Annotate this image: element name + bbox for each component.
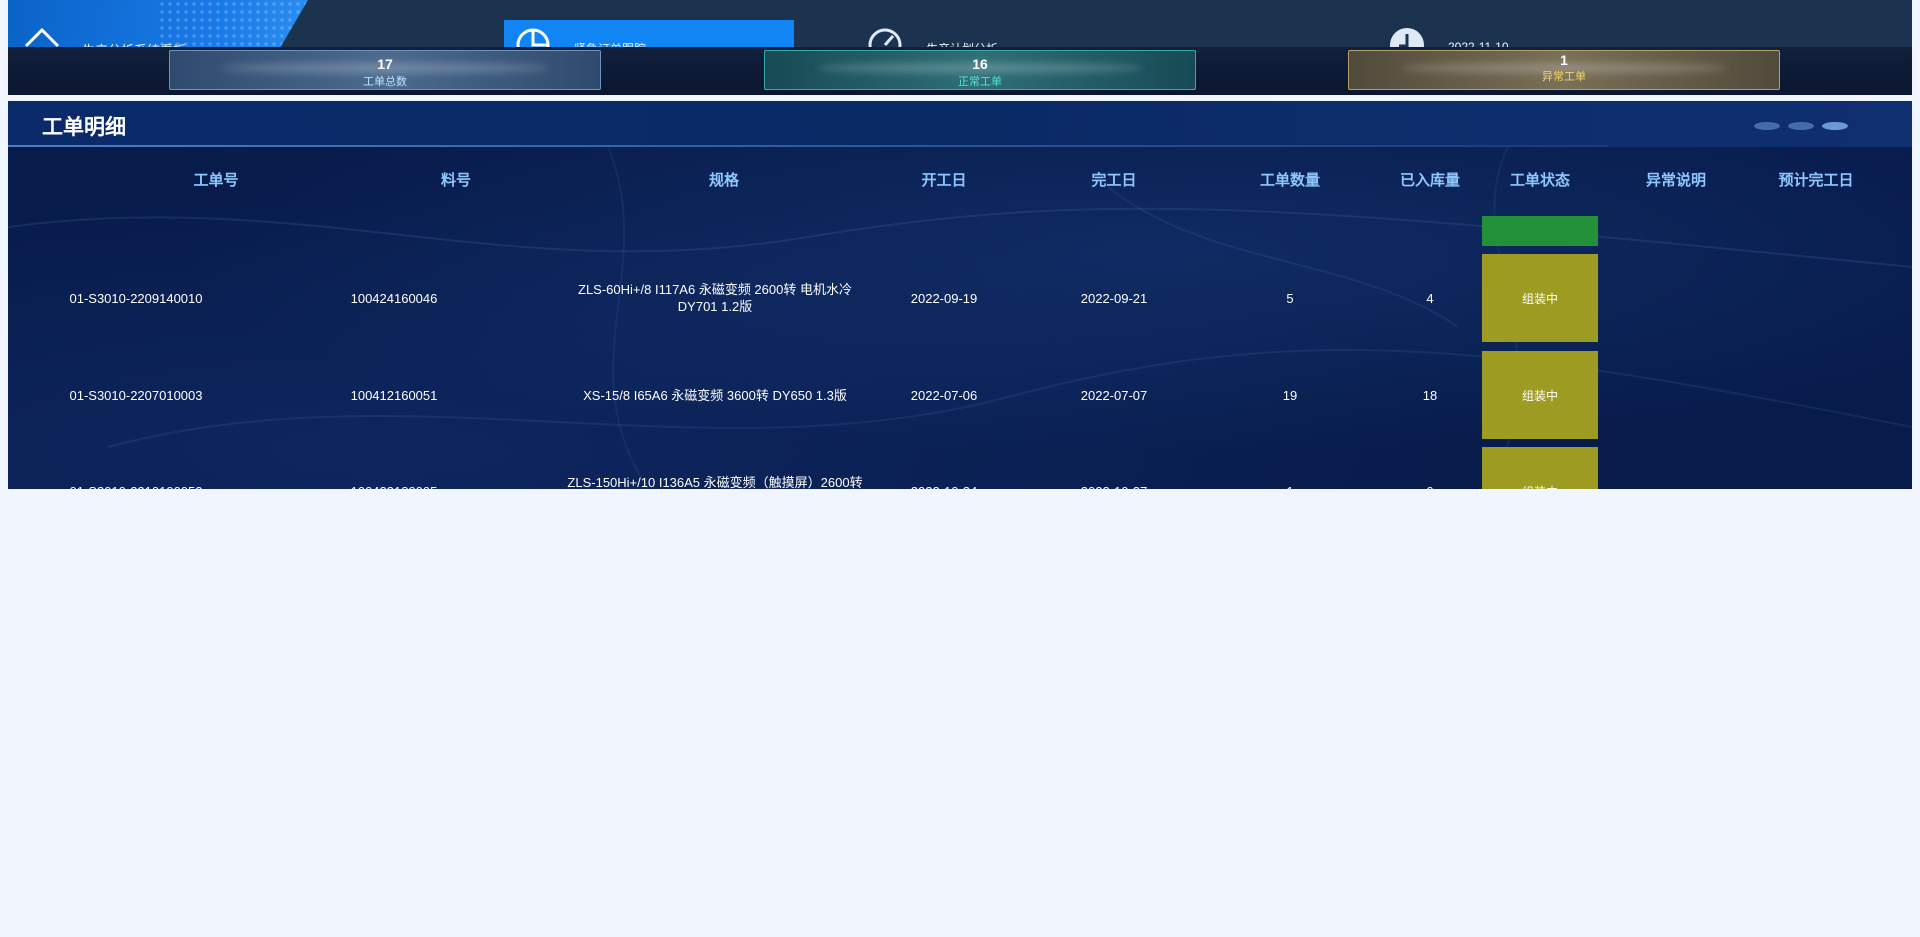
cell-quantity: 19: [1282, 387, 1298, 403]
cell-stocked: 18: [1422, 387, 1438, 403]
kpi-label-abnormal: 异常工单: [1542, 71, 1586, 83]
column-header-quantity: 工单数量: [1259, 172, 1320, 189]
header-decoration: [1754, 122, 1874, 130]
column-header-stocked: 已入库量: [1399, 172, 1460, 189]
status-badge-completed: [1482, 216, 1598, 246]
table-row[interactable]: 01-S3010-2209140010 100424160046 ZLS-60H…: [8, 254, 1912, 342]
top-header: 生产分析系统看板 紧急订单跟踪 生产计划分析 2022-11-10: [8, 0, 1912, 48]
header-underline: [8, 145, 1608, 147]
kpi-value-abnormal: 1: [1560, 52, 1568, 68]
panel-header: 工单明细: [8, 101, 1912, 147]
cell-finish-date: 2022-10-27: [1044, 447, 1184, 490]
cell-stocked: 0: [1360, 447, 1500, 490]
column-header-status: 工单状态: [1509, 172, 1570, 189]
cell-eta: [1746, 254, 1886, 342]
column-header-finish-date: 完工日: [1091, 172, 1137, 189]
cell-finish-date: 2022-09-21: [1080, 290, 1148, 306]
panel-title: 工单明细: [42, 116, 126, 139]
cell-part-no: 100424160046: [350, 290, 438, 306]
status-badge: 组装中: [1482, 351, 1598, 439]
table-row[interactable]: 01-S3010-2207010003 100412160051 XS-15/8…: [8, 351, 1912, 439]
cell-exception: [1606, 447, 1746, 489]
nav-item-production-plan[interactable]: 生产计划分析: [856, 20, 1056, 48]
cell-eta: [1746, 447, 1886, 489]
cell-exception: [1606, 254, 1746, 342]
order-details-panel: 工单明细 工单号 料号 规格 开工日 完工日 工单数量 已入库量 工单状态 异常…: [8, 101, 1912, 489]
cell-start-date: 2022-07-06: [910, 387, 978, 403]
cell-quantity: 5: [1286, 290, 1294, 306]
status-badge: 组装中: [1482, 447, 1598, 489]
column-header-part-no: 料号: [440, 172, 471, 189]
kpi-band: 17 工单总数 16 正常工单 1 异常工单: [8, 47, 1912, 95]
kpi-card-total-orders[interactable]: 17 工单总数: [169, 50, 601, 90]
cell-spec: ZLS-60Hi+/8 I117A6 永磁变频 2600转 电机水冷 DY701…: [578, 282, 852, 314]
cell-part-no: 100412160051: [350, 387, 438, 403]
cell-order-no: 01-S3010-2209140010: [69, 290, 203, 306]
kpi-card-abnormal-orders[interactable]: 1 异常工单: [1348, 50, 1780, 90]
cell-eta: [1746, 351, 1886, 439]
table-row[interactable]: 01-S3010-2210190053 100423180005 ZLS-150…: [8, 447, 1912, 489]
column-header-spec: 规格: [708, 172, 739, 189]
column-header-exception: 异常说明: [1645, 172, 1706, 189]
column-header-order-no: 工单号: [193, 172, 239, 189]
cell-exception: [1606, 351, 1746, 439]
cell-quantity: 1: [1220, 447, 1360, 490]
cell-spec: ZLS-150Hi+/10 I136A5 永磁变频（触摸屏）2600转 电机: [567, 475, 863, 489]
cell-start-date: 2022-09-19: [910, 290, 978, 306]
kpi-value-normal: 16: [972, 56, 988, 72]
kpi-label-total: 工单总数: [363, 76, 407, 88]
clock-icon: [1390, 28, 1424, 48]
cell-order-no: 01-S3010-2207010003: [69, 387, 203, 403]
column-header-eta: 预计完工日: [1778, 172, 1854, 189]
status-badge: 组装中: [1482, 254, 1598, 342]
nav-item-urgent-orders[interactable]: 紧急订单跟踪: [504, 20, 794, 48]
cell-stocked: 4: [1426, 290, 1434, 306]
pie-chart-icon: [516, 28, 550, 48]
kpi-label-normal: 正常工单: [958, 76, 1002, 88]
gauge-icon: [868, 28, 902, 48]
cell-finish-date: 2022-07-07: [1080, 387, 1148, 403]
cell-order-no: 01-S3010-2210190053: [46, 447, 226, 490]
kpi-card-normal-orders[interactable]: 16 正常工单: [764, 50, 1196, 90]
cell-part-no: 100423180005: [304, 447, 484, 490]
cell-spec: XS-15/8 I65A6 永磁变频 3600转 DY650 1.3版: [583, 387, 847, 403]
column-header-start-date: 开工日: [921, 172, 967, 189]
cell-start-date: 2022-10-24: [874, 447, 1014, 490]
header-date: 2022-11-10: [1378, 20, 1578, 48]
kpi-value-total: 17: [377, 56, 393, 72]
home-icon[interactable]: [22, 24, 62, 48]
